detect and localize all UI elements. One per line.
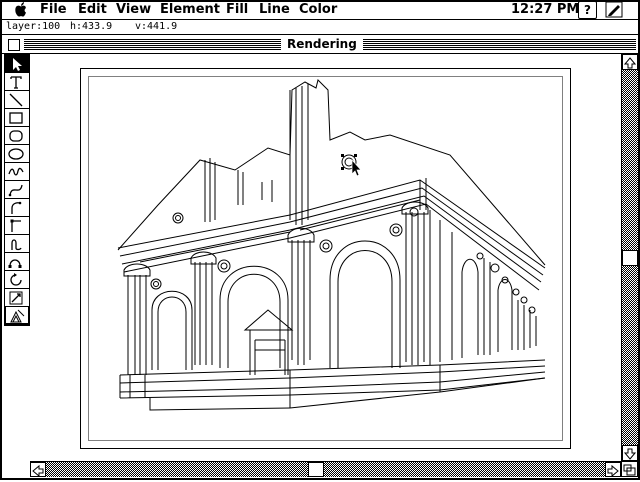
scroll-right-arrow-icon[interactable] [605,462,621,478]
menu-fill[interactable]: Fill [226,1,248,18]
menu-line[interactable]: Line [259,1,290,18]
scroll-up-arrow-icon[interactable] [622,54,638,70]
selection-handle[interactable] [341,154,344,157]
window-title-bar[interactable]: Rendering [0,36,640,54]
blend-icon [10,309,25,323]
bezier-curve-tool[interactable] [5,181,29,199]
rounded-rectangle-icon [9,130,23,142]
rectangle-tool[interactable] [5,109,29,127]
window-title: Rendering [281,37,363,52]
rectangle-icon [9,112,23,124]
freehand-squiggle-icon [8,167,24,176]
drawing-canvas[interactable] [30,54,621,461]
scroll-left-arrow-icon[interactable] [30,462,46,478]
vertical-scrollbar[interactable] [621,54,638,461]
resize-grip-icon [623,464,636,476]
bezier-curve-icon [8,184,23,197]
blend-tool[interactable] [5,306,29,324]
scroll-down-arrow-icon[interactable] [622,445,638,461]
application-icon[interactable] [605,1,623,18]
h-coordinate-readout: h:433.9 [70,21,113,32]
layer-readout: layer:100 [6,21,61,32]
building-rendering-drawing[interactable] [30,54,621,461]
selection-handle[interactable] [354,154,357,157]
rotate-arrow-icon [10,273,22,286]
freehand-tool[interactable] [5,163,29,181]
connector-tool[interactable] [5,253,29,271]
text-t-icon [10,76,22,89]
menu-element[interactable]: Element [160,1,220,18]
connector-icon [8,259,22,268]
rounded-rectangle-tool[interactable] [5,127,29,145]
scale-tool[interactable] [5,289,29,307]
rotate-tool[interactable] [5,271,29,289]
oval-tool[interactable] [5,145,29,163]
toolbox-palette [4,54,30,326]
corner-point-icon [10,219,21,232]
menu-view[interactable]: View [116,1,151,18]
menu-bar: File Edit View Element Fill Line Color 1… [0,0,640,20]
horizontal-scrollbar[interactable] [30,461,621,478]
scale-icon [9,291,23,305]
selection-handle[interactable] [341,167,344,170]
arrow-pointer-icon [13,58,22,71]
menu-file[interactable]: File [40,1,67,18]
vertical-scroll-thumb[interactable] [622,250,638,266]
menu-edit[interactable]: Edit [78,1,107,18]
menubar-clock[interactable]: 12:27 PM [511,1,579,18]
apple-menu-icon[interactable] [14,2,28,17]
coordinate-status-bar: layer:100 h:433.9 v:441.9 [0,20,640,35]
size-box[interactable] [621,461,638,477]
text-tool[interactable] [5,73,29,91]
line-tool[interactable] [5,91,29,109]
menu-color[interactable]: Color [299,1,337,18]
corner-tool[interactable] [5,217,29,235]
arc-tool[interactable] [5,199,29,217]
curve-point-icon [11,239,22,251]
pointer-tool[interactable] [5,55,29,73]
close-box[interactable] [8,39,20,51]
horizontal-scroll-thumb[interactable] [308,462,324,477]
corner-curve-tool[interactable] [5,235,29,253]
arc-icon [11,201,22,214]
help-icon[interactable]: ? [578,1,597,19]
oval-icon [8,148,24,160]
v-coordinate-readout: v:441.9 [135,21,178,32]
diagonal-line-icon [9,93,23,107]
